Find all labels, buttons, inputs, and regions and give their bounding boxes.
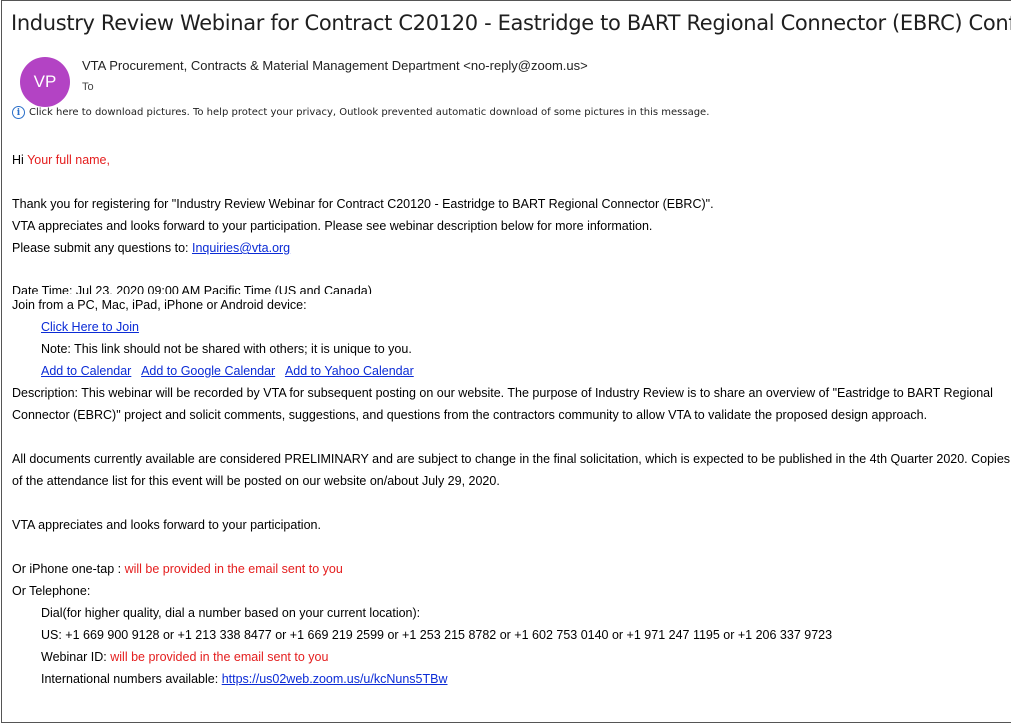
greeting-line: Hi Your full name,: [12, 149, 110, 171]
thanks-text: Thank you for registering for "Industry …: [12, 197, 714, 211]
us-numbers: US: +1 669 900 9128 or +1 213 338 8477 o…: [41, 628, 833, 642]
to-label: To: [82, 81, 94, 93]
join-from-text: Join from a PC, Mac, iPad, iPhone or And…: [12, 298, 307, 312]
submit-prefix: Please submit any questions to:: [12, 241, 189, 255]
iphone-value: will be provided in the email sent to yo…: [124, 562, 343, 576]
sender-name[interactable]: VTA Procurement, Contracts & Material Ma…: [82, 58, 588, 73]
intl-numbers-link[interactable]: https://us02web.zoom.us/u/kcNuns5TBw: [222, 672, 448, 686]
download-pictures-infobar[interactable]: i Click here to download pictures. To he…: [12, 106, 709, 119]
intl-line: International numbers available: https:/…: [41, 668, 448, 690]
calendar-links: Add to Calendar Add to Google Calendar A…: [41, 360, 414, 382]
inquiries-email-link[interactable]: Inquiries@vta.org: [192, 241, 290, 255]
email-reading-pane: Industry Review Webinar for Contract C20…: [1, 0, 1011, 723]
iphone-label: Or iPhone one-tap :: [12, 562, 122, 576]
submit-line: Please submit any questions to: Inquirie…: [12, 237, 290, 259]
dial-text: Dial(for higher quality, dial a number b…: [41, 606, 421, 620]
datetime-text: Date Time: Jul 23, 2020 09:00 AM Pacific…: [12, 284, 372, 294]
telephone-label: Or Telephone:: [12, 584, 91, 598]
infobar-text[interactable]: Click here to download pictures. To help…: [29, 107, 709, 118]
add-to-google-calendar-link[interactable]: Add to Google Calendar: [141, 364, 275, 378]
intl-label: International numbers available:: [41, 672, 219, 686]
greeting: Hi: [12, 153, 24, 167]
description-text: Description: This webinar will be record…: [12, 386, 993, 422]
name-placeholder: Your full name,: [27, 153, 110, 167]
join-link[interactable]: Click Here to Join: [41, 320, 139, 334]
click-here-to-join-link[interactable]: Click Here to Join: [41, 316, 139, 338]
sender-avatar[interactable]: VP: [20, 57, 70, 107]
appreciates-text: VTA appreciates and looks forward to you…: [12, 219, 653, 233]
webinar-id-value: will be provided in the email sent to yo…: [110, 650, 329, 664]
email-subject: Industry Review Webinar for Contract C20…: [11, 11, 1011, 35]
iphone-line: Or iPhone one-tap : will be provided in …: [12, 558, 343, 580]
info-icon: i: [12, 106, 25, 119]
add-to-calendar-link[interactable]: Add to Calendar: [41, 364, 131, 378]
appreciates-text-2: VTA appreciates and looks forward to you…: [12, 518, 321, 532]
webinar-id-line: Webinar ID: will be provided in the emai…: [41, 646, 328, 668]
documents-text: All documents currently available are co…: [12, 452, 1011, 488]
add-to-yahoo-calendar-link[interactable]: Add to Yahoo Calendar: [285, 364, 414, 378]
webinar-id-label: Webinar ID:: [41, 650, 107, 664]
note-text: Note: This link should not be shared wit…: [41, 342, 412, 356]
